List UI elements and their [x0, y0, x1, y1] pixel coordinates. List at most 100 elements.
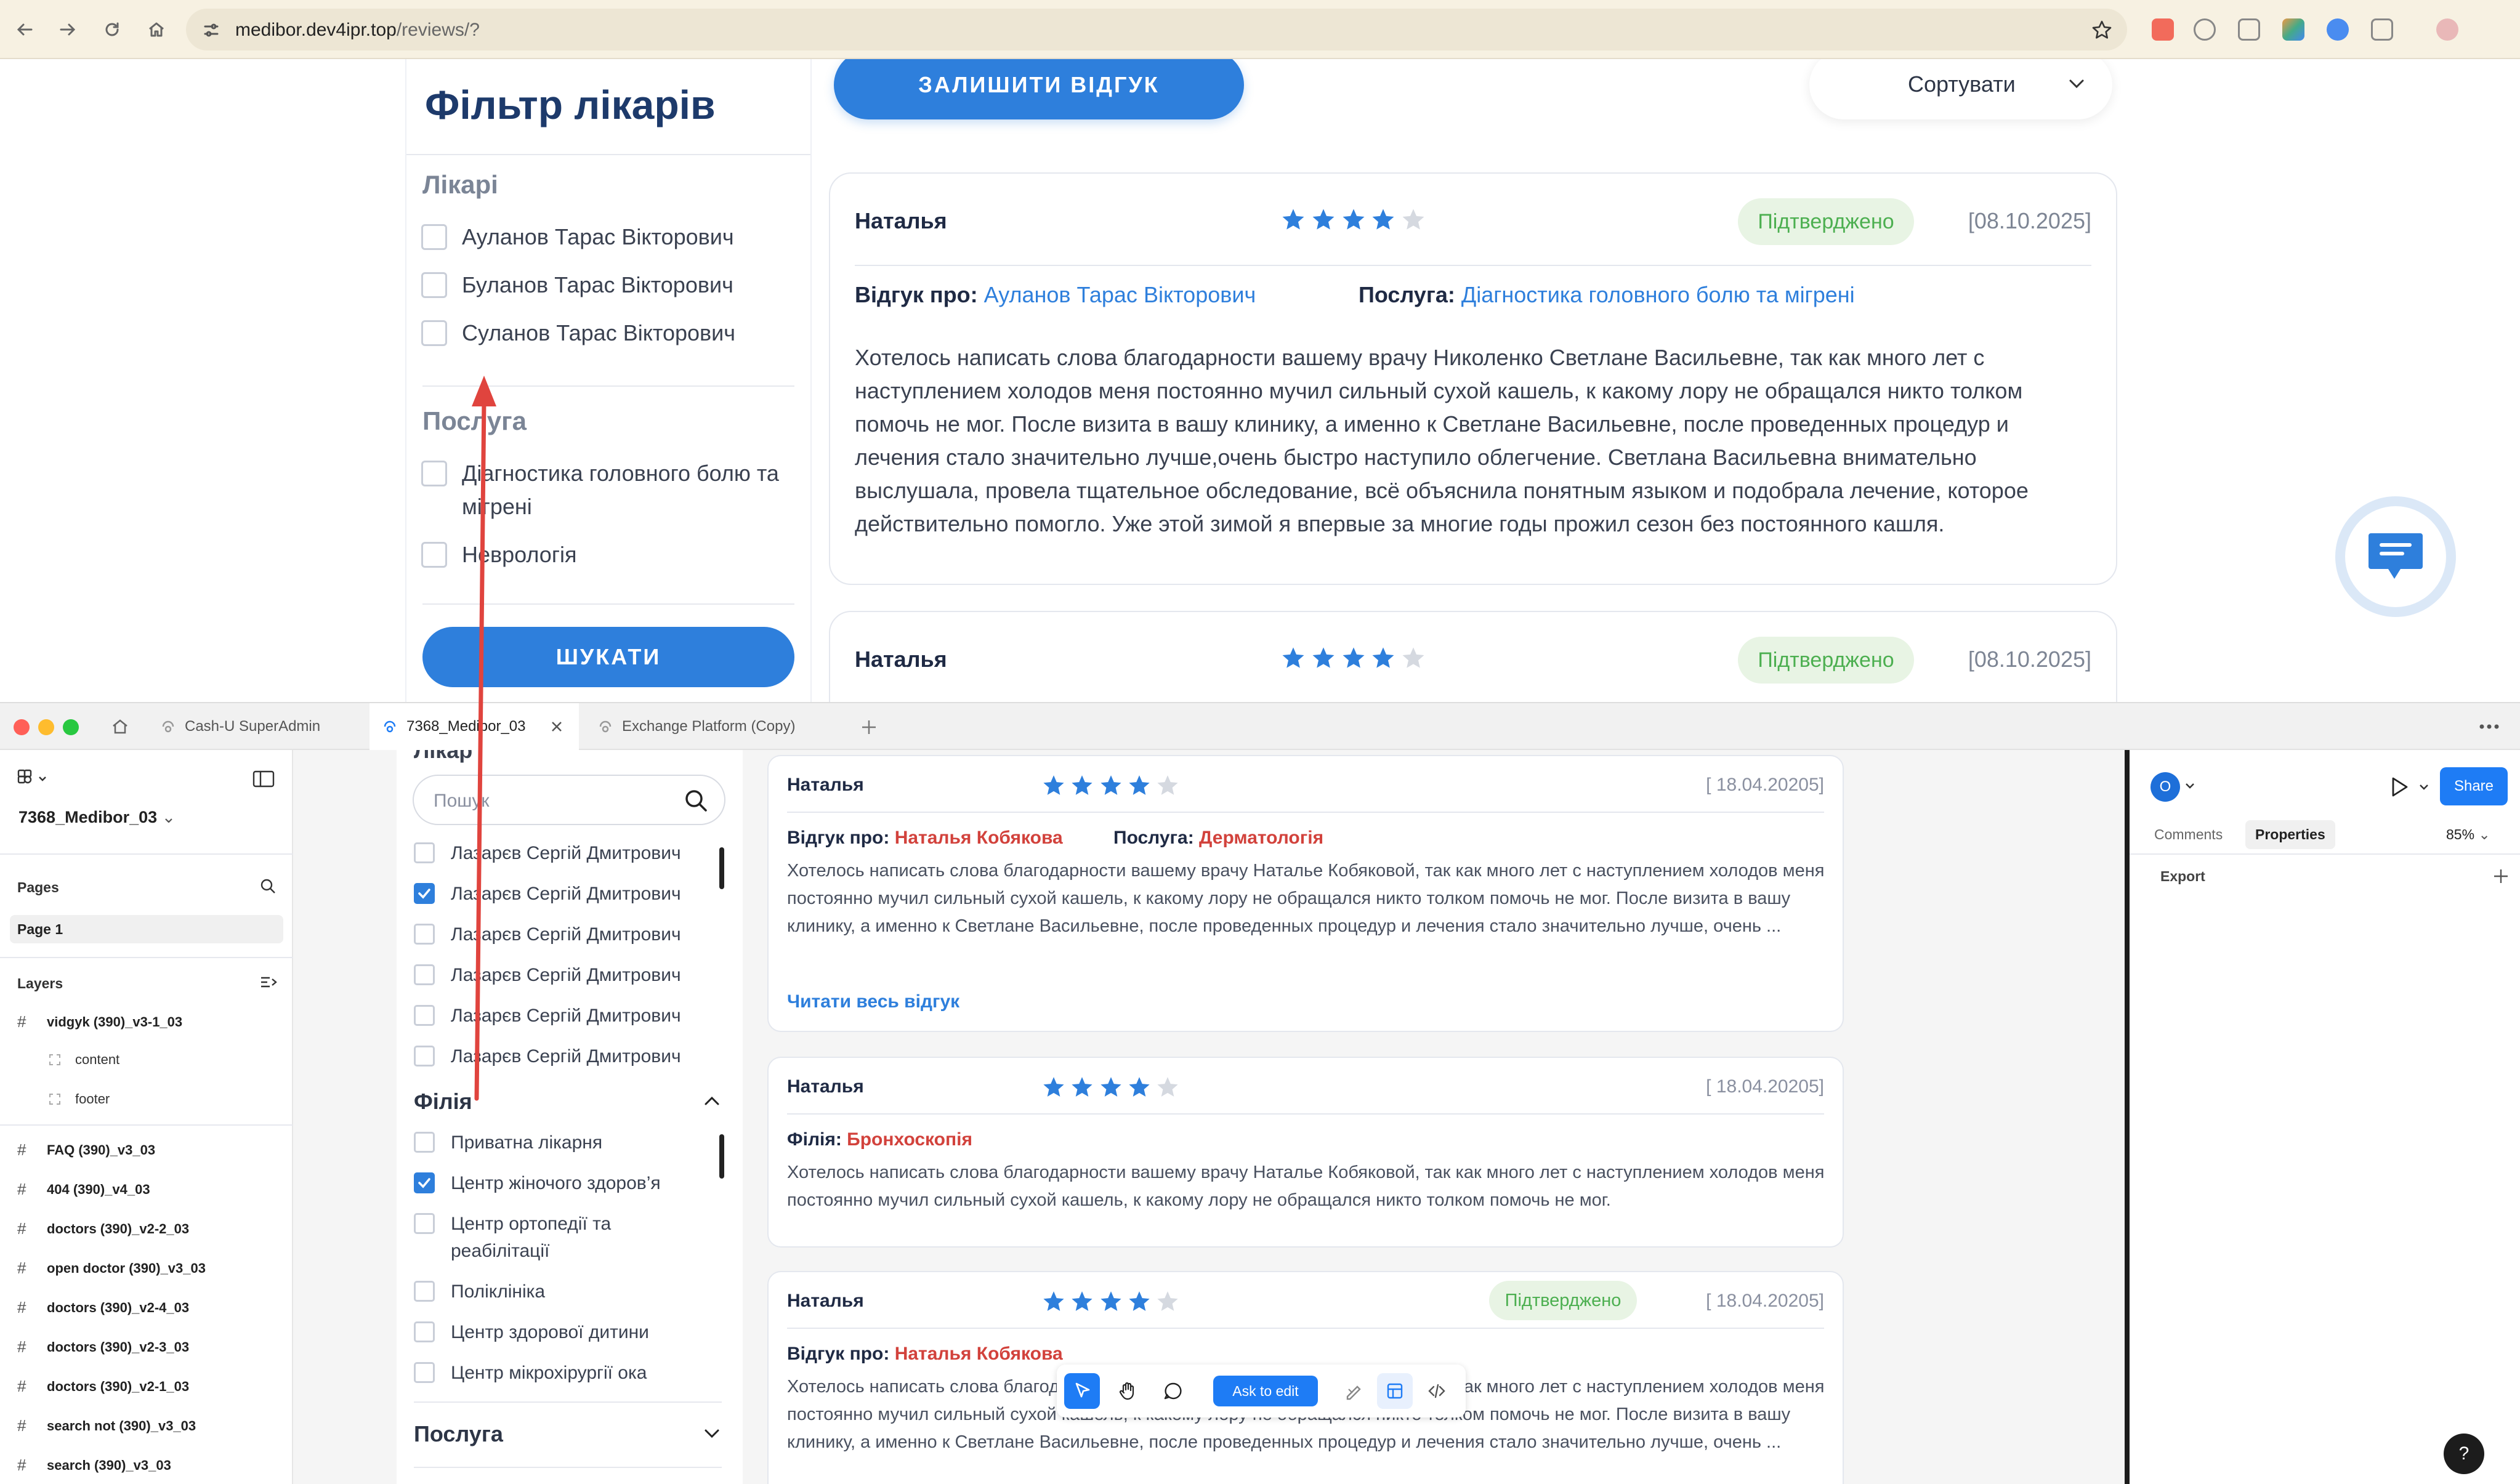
sort-dropdown[interactable]: Сортувати [1809, 59, 2112, 119]
layer-item[interactable]: # FAQ (390)_v3_03 [17, 1140, 155, 1159]
checkbox[interactable] [421, 272, 447, 298]
toggle-sidebar-icon[interactable] [252, 770, 275, 788]
doctor-option[interactable]: Лазарєв Сергій Дмитрович [414, 1046, 697, 1070]
doctor-option[interactable]: Буланов Тарас Вікторович [421, 272, 733, 302]
forward-button[interactable] [54, 16, 81, 43]
doctor-option[interactable]: Лазарєв Сергій Дмитрович [414, 1005, 697, 1030]
doctor-option[interactable]: Суланов Тарас Вікторович [421, 320, 735, 350]
share-button[interactable]: Share [2440, 767, 2508, 805]
tab-comments[interactable]: Comments [2144, 820, 2232, 849]
close-tab-icon[interactable] [549, 719, 564, 734]
tab-properties[interactable]: Properties [2245, 820, 2335, 849]
file-name[interactable]: 7368_Medibor_03 ⌄ [18, 808, 176, 827]
help-button[interactable]: ? [2444, 1434, 2484, 1474]
checkbox[interactable] [414, 1281, 435, 1302]
branch-option[interactable]: Поліклініка [414, 1281, 697, 1305]
sublayer-item[interactable]: content [49, 1052, 119, 1068]
doctor-option[interactable]: Лазарєв Сергій Дмитрович [414, 883, 697, 908]
minimize-window-button[interactable] [38, 719, 54, 735]
address-bar[interactable]: medibor.dev4ipr.top/reviews/? [186, 9, 2127, 50]
checkbox-checked[interactable] [414, 883, 435, 904]
checkbox[interactable] [414, 924, 435, 945]
scrollbar-thumb[interactable] [719, 847, 724, 889]
chevron-up-icon[interactable] [702, 1091, 722, 1111]
extension-camera-icon[interactable] [2238, 18, 2260, 41]
extensions-puzzle-icon[interactable] [2371, 18, 2393, 41]
sublayer-item[interactable]: footer [49, 1091, 110, 1107]
read-more-link[interactable]: Читати весь відгук [787, 991, 959, 1012]
layer-item[interactable]: # doctors (390)_v2-2_03 [17, 1219, 189, 1238]
maximize-window-button[interactable] [63, 719, 79, 735]
annotate-tool-button[interactable] [1336, 1373, 1372, 1409]
layer-item[interactable]: #404 (390)_v4_03 [17, 1180, 150, 1199]
checkbox[interactable] [421, 542, 447, 568]
scrollbar-thumb[interactable] [719, 1134, 724, 1179]
search-icon[interactable] [259, 877, 277, 895]
layer-item[interactable]: # search (390)_v3_03 [17, 1456, 171, 1475]
checkbox[interactable] [414, 1132, 435, 1153]
service-link[interactable]: Діагностика головного болю та мігрені [1461, 282, 1855, 307]
new-tab-plus-icon[interactable] [860, 718, 878, 736]
branch-option[interactable]: Приватна лікарня [414, 1132, 697, 1156]
checkbox[interactable] [414, 1321, 435, 1342]
checkbox[interactable] [414, 964, 435, 985]
home-button[interactable] [143, 16, 170, 43]
back-button[interactable] [11, 16, 38, 43]
layer-item[interactable]: # doctors (390)_v2-4_03 [17, 1298, 189, 1317]
extension-office-icon[interactable] [2152, 18, 2174, 41]
leave-review-button[interactable]: ЗАЛИШИТИ ВІДГУК [834, 59, 1244, 119]
chat-button[interactable] [2335, 496, 2456, 617]
doctor-link[interactable]: Ауланов Тарас Вікторович [984, 282, 1256, 307]
move-tool-button[interactable] [1064, 1373, 1100, 1409]
chevron-down-icon[interactable] [2185, 782, 2195, 789]
branch-option[interactable]: Центр здорової дитини [414, 1321, 697, 1346]
branch-option[interactable]: Центр мікрохірургії ока [414, 1362, 697, 1387]
checkbox[interactable] [414, 842, 435, 863]
site-settings-icon[interactable] [202, 21, 220, 39]
close-window-button[interactable] [14, 719, 30, 735]
comment-tool-button[interactable] [1155, 1373, 1191, 1409]
layers-options-icon[interactable] [259, 973, 277, 991]
dev-mode-inspect-button[interactable] [1377, 1373, 1413, 1409]
page-item-page-1[interactable]: Page 1 [10, 915, 283, 943]
service-option[interactable]: Діагностика головного болю та мігрені [421, 461, 785, 523]
layer-item[interactable]: # open doctor (390)_v3_03 [17, 1259, 206, 1278]
layer-item[interactable]: # doctors (390)_v2-3_03 [17, 1337, 189, 1357]
search-button[interactable]: ШУКАТИ [422, 627, 794, 687]
figma-main-menu-icon[interactable] [17, 768, 52, 789]
doctor-option[interactable]: Лазарєв Сергій Дмитрович [414, 842, 697, 867]
zoom-level[interactable]: 85% ⌄ [2446, 826, 2490, 843]
doctor-option[interactable]: Ауланов Тарас Вікторович [421, 224, 734, 254]
checkbox-checked[interactable] [414, 1172, 435, 1193]
checkbox[interactable] [421, 461, 447, 486]
chevron-down-icon[interactable] [2419, 783, 2429, 791]
ask-to-edit-button[interactable]: Ask to edit [1213, 1376, 1318, 1406]
hand-tool-button[interactable] [1110, 1373, 1145, 1409]
tab-medibor[interactable]: 7368_Medibor_03 [370, 703, 579, 750]
chevron-down-icon[interactable] [702, 1424, 722, 1443]
checkbox[interactable] [421, 224, 447, 250]
tab-cash-u[interactable]: Cash-U SuperAdmin [148, 703, 368, 750]
checkbox[interactable] [414, 1213, 435, 1234]
layer-item[interactable]: # search not (390)_v3_03 [17, 1416, 196, 1435]
checkbox[interactable] [414, 1046, 435, 1067]
profile-avatar-icon[interactable] [2436, 18, 2458, 41]
user-avatar[interactable]: O [2150, 772, 2180, 802]
branch-option[interactable]: Центр ортопедії та реабілітації [414, 1213, 697, 1265]
extension-chat-icon[interactable] [2194, 18, 2216, 41]
mockup-search-input[interactable]: Пошук [413, 775, 725, 825]
layer-item[interactable]: # doctors (390)_v2-1_03 [17, 1377, 189, 1396]
checkbox[interactable] [414, 1362, 435, 1383]
code-view-button[interactable] [1419, 1373, 1455, 1409]
more-menu-icon[interactable] [2478, 722, 2500, 732]
service-option[interactable]: Неврологія [421, 542, 576, 571]
doctor-option[interactable]: Лазарєв Сергій Дмитрович [414, 924, 697, 948]
bookmark-star-icon[interactable] [2091, 20, 2112, 41]
add-export-plus-icon[interactable] [2492, 867, 2510, 885]
checkbox[interactable] [421, 320, 447, 346]
extension-picker-icon[interactable] [2282, 18, 2304, 41]
reload-button[interactable] [99, 16, 126, 43]
doctor-option[interactable]: Лазарєв Сергій Дмитрович [414, 964, 697, 989]
branch-option[interactable]: Центр жіночого здоров’я [414, 1172, 697, 1197]
layer-item[interactable]: # vidgyk (390)_v3-1_03 [17, 1012, 182, 1031]
